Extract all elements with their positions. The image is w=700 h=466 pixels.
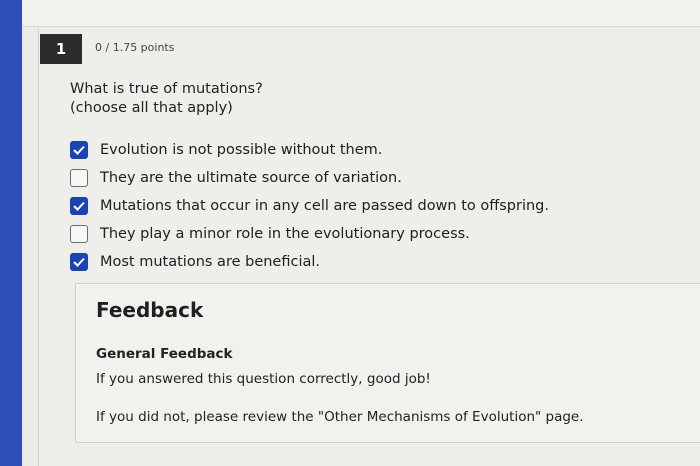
question-number-badge: 1 <box>40 34 82 64</box>
answer-option-label: They play a minor role in the evolutiona… <box>100 226 470 242</box>
answer-option-label: Mutations that occur in any cell are pas… <box>100 198 549 214</box>
feedback-text: If you answered this question correctly,… <box>96 371 431 387</box>
checkmark-icon <box>73 257 85 267</box>
question-prompt: What is true of mutations? (choose all t… <box>70 80 263 118</box>
top-divider-strip <box>22 0 700 27</box>
checkbox[interactable] <box>70 169 88 187</box>
feedback-text: If you did not, please review the "Other… <box>96 409 584 425</box>
left-accent-bar <box>0 0 22 466</box>
feedback-title: Feedback <box>96 298 204 322</box>
checkbox[interactable] <box>70 197 88 215</box>
question-instruction: (choose all that apply) <box>70 100 233 116</box>
answer-option[interactable]: They are the ultimate source of variatio… <box>70 164 549 192</box>
answer-option[interactable]: They play a minor role in the evolutiona… <box>70 220 549 248</box>
answer-option-label: They are the ultimate source of variatio… <box>100 170 402 186</box>
checkbox[interactable] <box>70 253 88 271</box>
checkbox[interactable] <box>70 225 88 243</box>
answer-options: Evolution is not possible without them. … <box>70 136 549 276</box>
checkbox[interactable] <box>70 141 88 159</box>
question-text: What is true of mutations? <box>70 81 263 97</box>
checkmark-icon <box>73 145 85 155</box>
feedback-panel: Feedback General Feedback If you answere… <box>75 283 700 443</box>
answer-option[interactable]: Most mutations are beneficial. <box>70 248 549 276</box>
answer-option-label: Evolution is not possible without them. <box>100 142 383 158</box>
general-feedback-heading: General Feedback <box>96 346 233 362</box>
checkmark-icon <box>73 201 85 211</box>
question-points: 0 / 1.75 points <box>95 41 175 54</box>
answer-option[interactable]: Evolution is not possible without them. <box>70 136 549 164</box>
answer-option-label: Most mutations are beneficial. <box>100 254 321 270</box>
answer-option[interactable]: Mutations that occur in any cell are pas… <box>70 192 549 220</box>
